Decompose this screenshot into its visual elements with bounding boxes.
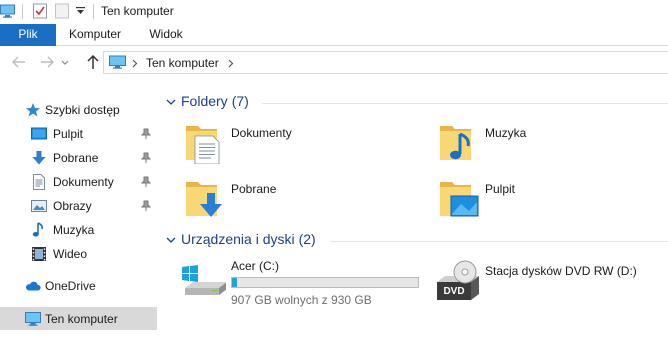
properties-icon[interactable] <box>33 3 47 19</box>
desktop-folder-icon <box>440 182 479 217</box>
drive-free-space: 907 GB wolnych z 930 GB <box>231 293 372 307</box>
sidebar-item-pictures[interactable]: Obrazy <box>0 195 157 217</box>
documents-folder-icon <box>186 126 220 164</box>
folder-name: Pulpit <box>485 182 516 196</box>
drive-usage-bar <box>231 277 419 288</box>
pin-icon[interactable] <box>141 176 151 188</box>
tab-file[interactable]: Plik <box>0 24 56 46</box>
star-icon <box>26 103 40 117</box>
folder-tile-documents[interactable]: Dokumenty <box>185 120 415 170</box>
window-title: Ten komputer <box>101 4 174 18</box>
breadcrumb-this-pc[interactable]: Ten komputer <box>146 56 219 70</box>
pictures-icon <box>31 200 47 212</box>
folder-tile-downloads[interactable]: Pobrane <box>185 176 415 226</box>
devices-group-title: Urządzenia i dyski <box>181 231 295 247</box>
download-icon <box>32 151 46 165</box>
sidebar-item-video[interactable]: Wideo <box>0 243 157 265</box>
dvd-badge: DVD <box>443 286 464 297</box>
sidebar-item-label: Pobrane <box>53 151 99 165</box>
sidebar-item-label: Wideo <box>53 247 88 261</box>
up-arrow-icon[interactable] <box>83 52 103 72</box>
cloud-icon <box>26 281 41 291</box>
sidebar-item-documents[interactable]: Dokumenty <box>0 171 157 193</box>
music-icon <box>32 222 43 237</box>
breadcrumb-chevron-icon[interactable] <box>228 59 234 68</box>
tab-view[interactable]: Widok <box>141 24 191 46</box>
folders-group-count: (7) <box>231 93 249 109</box>
sidebar-item-label: Ten komputer <box>45 312 118 326</box>
sidebar-item-label: Obrazy <box>53 199 92 213</box>
drive-tile-c[interactable]: Acer (C:) 907 GB wolnych z 930 GB <box>180 258 430 308</box>
desktop-icon <box>31 127 47 140</box>
pin-icon[interactable] <box>141 128 151 140</box>
sidebar-item-this-pc[interactable]: Ten komputer <box>0 307 157 330</box>
drive-usage-fill <box>232 278 237 287</box>
recent-locations-chevron-icon[interactable] <box>60 52 70 72</box>
drive-tile-dvd[interactable]: DVD Stacja dysków DVD RW (D:) <box>434 258 668 308</box>
sidebar-item-downloads[interactable]: Pobrane <box>0 147 157 169</box>
section-divider <box>330 241 668 242</box>
pin-icon[interactable] <box>141 200 151 212</box>
document-icon <box>33 174 45 190</box>
sidebar-item-label: Pulpit <box>53 127 84 141</box>
title-bar: Ten komputer <box>0 0 668 24</box>
sidebar-item-music[interactable]: Muzyka <box>0 219 157 241</box>
address-bar[interactable]: Ten komputer <box>103 51 668 74</box>
drive-name: Stacja dysków DVD RW (D:) <box>485 264 637 278</box>
sidebar-item-label: Dokumenty <box>53 175 114 189</box>
sidebar-item-quick-access[interactable]: Szybki dostęp <box>0 99 157 121</box>
separator <box>22 4 23 19</box>
sidebar-item-label: Muzyka <box>53 223 95 237</box>
pin-icon[interactable] <box>141 152 151 164</box>
folder-name: Dokumenty <box>231 126 292 140</box>
this-pc-icon <box>109 55 126 69</box>
forward-arrow-icon[interactable] <box>37 52 57 72</box>
windows-drive-icon <box>182 265 226 295</box>
new-folder-icon[interactable] <box>55 3 69 19</box>
tab-computer[interactable]: Komputer <box>62 24 128 46</box>
navigation-bar: Ten komputer <box>0 46 668 78</box>
sidebar-item-desktop[interactable]: Pulpit <box>0 123 157 145</box>
separator <box>93 4 94 19</box>
section-divider <box>262 103 668 104</box>
back-arrow-icon[interactable] <box>9 52 29 72</box>
video-icon <box>32 247 46 261</box>
folders-group-title: Foldery <box>181 93 228 109</box>
this-pc-icon <box>0 4 15 18</box>
customize-toolbar-chevron-icon[interactable] <box>76 7 85 15</box>
devices-group-count: (2) <box>298 231 316 247</box>
downloads-folder-icon <box>186 182 222 217</box>
sidebar-item-label: OneDrive <box>45 279 96 293</box>
navigation-pane: Szybki dostęp Pulpit Pobrane Dokumenty O… <box>0 96 157 339</box>
collapse-chevron-icon[interactable] <box>166 97 176 107</box>
music-folder-icon <box>440 126 471 160</box>
sidebar-item-label: Szybki dostęp <box>45 103 120 117</box>
folder-tile-desktop[interactable]: Pulpit <box>439 176 668 226</box>
drive-name: Acer (C:) <box>231 259 279 273</box>
sidebar-item-onedrive[interactable]: OneDrive <box>0 275 157 297</box>
ribbon-tabs: Plik Komputer Widok <box>0 24 668 46</box>
this-pc-icon <box>25 312 41 326</box>
breadcrumb-chevron-icon[interactable] <box>132 59 138 68</box>
dvd-drive-icon: DVD <box>437 260 479 300</box>
folder-name: Muzyka <box>485 126 527 140</box>
folder-tile-music[interactable]: Muzyka <box>439 120 668 170</box>
folder-name: Pobrane <box>231 182 277 196</box>
collapse-chevron-icon[interactable] <box>166 235 176 245</box>
